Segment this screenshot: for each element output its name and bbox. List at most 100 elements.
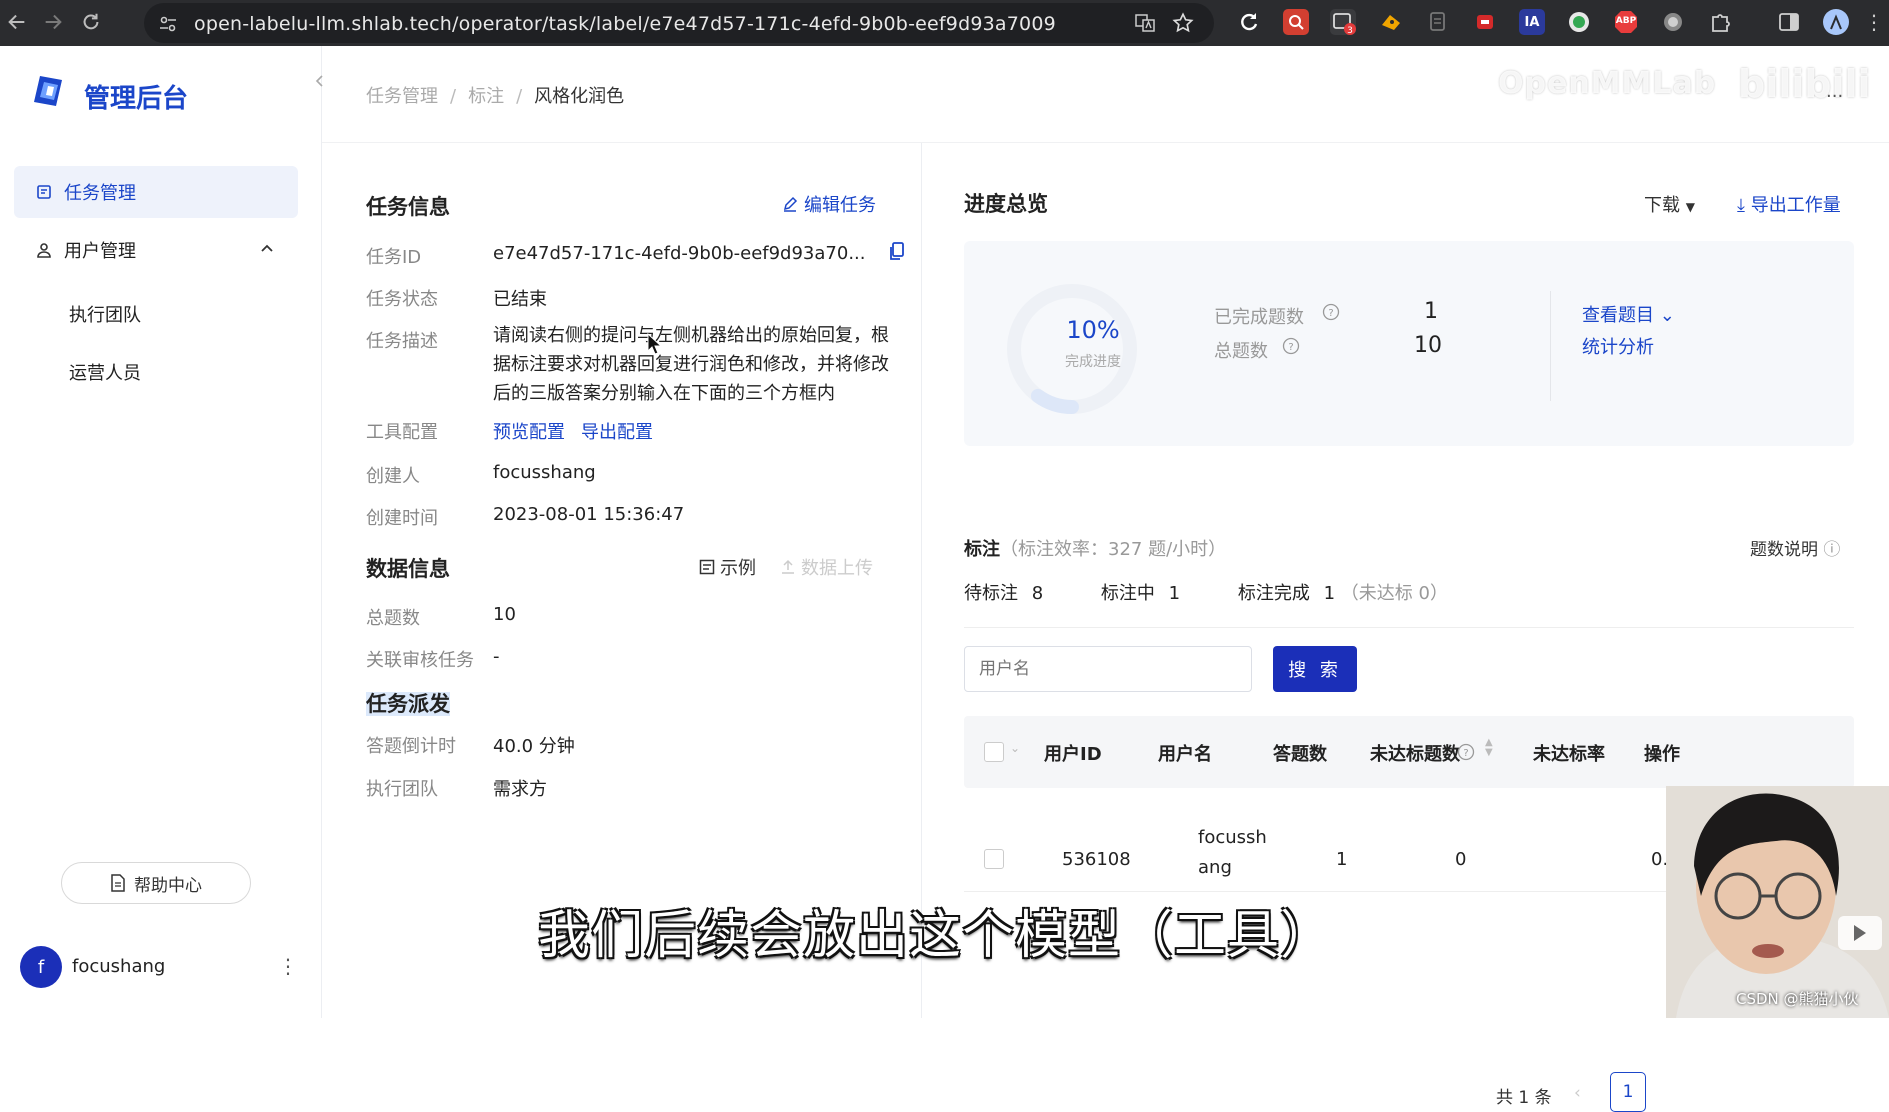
linked-review-label: 关联审核任务 <box>366 650 474 671</box>
svg-text:3: 3 <box>1347 26 1353 35</box>
help-center-button[interactable]: 帮助中心 <box>61 862 251 904</box>
data-upload-button[interactable]: 数据上传 <box>780 554 873 580</box>
browser-toolbar: open-labelu-llm.shlab.tech/operator/task… <box>0 0 1889 46</box>
team-value: 需求方 <box>493 779 547 800</box>
sidebar-subitem-operators[interactable]: 运营人员 <box>69 359 141 385</box>
timer-label: 答题倒计时 <box>366 736 456 757</box>
search-ext-icon[interactable] <box>1283 9 1309 35</box>
red-ext-icon[interactable] <box>1472 9 1498 35</box>
created-time-label: 创建时间 <box>366 508 438 529</box>
search-button[interactable]: 搜 索 <box>1273 646 1357 692</box>
chevron-down-icon[interactable]: ⌄ <box>1010 741 1020 755</box>
col-username: 用户名 <box>1158 744 1212 765</box>
chevron-up-icon[interactable] <box>260 242 274 256</box>
site-settings-icon[interactable] <box>158 14 178 34</box>
fox-ext-icon[interactable] <box>1378 9 1404 35</box>
green-ext-icon[interactable] <box>1566 9 1592 35</box>
row-username: focussh ang <box>1198 823 1267 883</box>
row-answered: 1 <box>1336 849 1348 870</box>
reload-ext-icon[interactable] <box>1236 9 1262 35</box>
preview-config-link[interactable]: 预览配置 <box>493 418 565 444</box>
creator-value: focusshang <box>493 462 596 483</box>
forward-icon[interactable] <box>42 11 66 35</box>
breadcrumb-label[interactable]: 标注 <box>468 86 504 107</box>
help-circle-icon[interactable]: ? <box>1282 337 1300 355</box>
total-count-label: 总题数 <box>1214 341 1268 362</box>
help-center-label: 帮助中心 <box>134 875 202 896</box>
reload-icon[interactable] <box>80 11 104 35</box>
abp-ext-icon[interactable]: ABP <box>1613 9 1639 35</box>
help-circle-icon[interactable]: ? <box>1322 303 1340 321</box>
col-actions: 操作 <box>1644 744 1680 765</box>
data-info-title: 数据信息 <box>366 557 450 581</box>
sidebar-subitem-execution-team[interactable]: 执行团队 <box>69 301 141 327</box>
chevron-down-icon: ⌄ <box>1659 305 1675 326</box>
row-unmet: 0 <box>1455 849 1467 870</box>
example-button[interactable]: 示例 <box>699 554 756 580</box>
browser-menu-icon[interactable]: ⋮ <box>1864 10 1884 34</box>
url-text[interactable]: open-labelu-llm.shlab.tech/operator/task… <box>194 13 1056 35</box>
video-subtitle: 我们后续会放出这个模型（工具） <box>538 906 1334 966</box>
ia-ext-icon[interactable]: IA <box>1519 9 1545 35</box>
download-label: 下载 <box>1644 195 1680 216</box>
presenter-image <box>1666 786 1889 1018</box>
download-icon: ⤓ <box>1737 195 1745 216</box>
upload-icon <box>782 559 794 574</box>
export-workload-button[interactable]: ⤓ 导出工作量 <box>1737 191 1841 217</box>
back-icon[interactable] <box>6 11 30 35</box>
unmet-count: （未达标 0） <box>1340 583 1448 604</box>
abp-ext-label: ABP <box>1615 16 1637 26</box>
view-questions-link[interactable]: 查看题目 ⌄ <box>1582 301 1675 327</box>
view-questions-label: 查看题目 <box>1582 305 1654 326</box>
example-label: 示例 <box>720 558 756 579</box>
logo-icon <box>30 72 68 110</box>
doc-ext-icon[interactable] <box>1425 9 1451 35</box>
profile-icon[interactable] <box>1823 9 1849 35</box>
username-search-input[interactable] <box>964 646 1252 692</box>
stats-analysis-link[interactable]: 统计分析 <box>1582 333 1654 359</box>
copy-icon[interactable] <box>889 241 905 261</box>
help-circle-icon[interactable]: ? <box>1457 743 1475 761</box>
globe-ext-icon[interactable] <box>1660 9 1686 35</box>
sidebar-item-user-management[interactable]: 用户管理 <box>14 224 298 276</box>
puzzle-icon[interactable] <box>1707 9 1733 35</box>
user-more-icon[interactable]: ⋮ <box>278 954 298 978</box>
page-button-current[interactable]: 1 <box>1610 1072 1646 1112</box>
pending-value: 8 <box>1031 583 1044 604</box>
svg-text:?: ? <box>1328 308 1333 319</box>
table-header: ⌄ 用户ID 用户名 答题数 未达标题数 ? ▲ ▼ 未达标率 操作 <box>964 716 1854 788</box>
progress-ring <box>1007 284 1137 414</box>
task-id-label: 任务ID <box>366 247 422 268</box>
export-config-link[interactable]: 导出配置 <box>581 418 653 444</box>
task-status-label: 任务状态 <box>366 289 438 310</box>
badge-ext-icon[interactable]: 3 <box>1330 9 1356 35</box>
in-progress-label: 标注中 <box>1100 583 1155 604</box>
sort-icon[interactable]: ▲ ▼ <box>1485 738 1493 758</box>
team-label: 执行团队 <box>366 779 438 800</box>
edit-task-button[interactable]: 编辑任务 <box>782 191 876 217</box>
labeling-efficiency: （标注效率：327 题/小时） <box>1000 539 1227 560</box>
source-credit: CSDN @熊猫小伙 <box>1736 990 1859 1008</box>
section-divider <box>964 627 1854 628</box>
header-more-icon[interactable]: ··· <box>1826 86 1843 107</box>
select-all-checkbox[interactable] <box>984 742 1004 762</box>
star-icon[interactable] <box>1172 12 1194 34</box>
done-label: 标注完成 <box>1237 583 1310 604</box>
question-count-help[interactable]: 题数说明 ⓘ <box>1750 535 1840 560</box>
progress-percent-label: 完成进度 <box>1065 354 1121 370</box>
timer-value: 40.0 分钟 <box>493 736 575 757</box>
col-unmet-count: 未达标题数 <box>1370 744 1460 765</box>
labeling-title: 标注 <box>964 539 1000 560</box>
sidebar-item-task-management[interactable]: 任务管理 <box>14 166 298 218</box>
avatar[interactable]: f <box>20 946 62 988</box>
collapse-sidebar-icon[interactable] <box>313 74 333 94</box>
sidepanel-icon[interactable] <box>1776 9 1802 35</box>
prev-page-icon[interactable]: ‹ <box>1574 1083 1581 1103</box>
download-dropdown[interactable]: 下载 ▼ <box>1644 191 1695 217</box>
breadcrumb-task-management[interactable]: 任务管理 <box>366 86 438 107</box>
edit-icon <box>783 196 798 212</box>
address-bar[interactable]: open-labelu-llm.shlab.tech/operator/task… <box>144 3 1214 43</box>
translate-icon[interactable] <box>1134 12 1156 34</box>
sidebar-item-label: 用户管理 <box>64 241 136 262</box>
row-checkbox[interactable] <box>984 849 1004 869</box>
